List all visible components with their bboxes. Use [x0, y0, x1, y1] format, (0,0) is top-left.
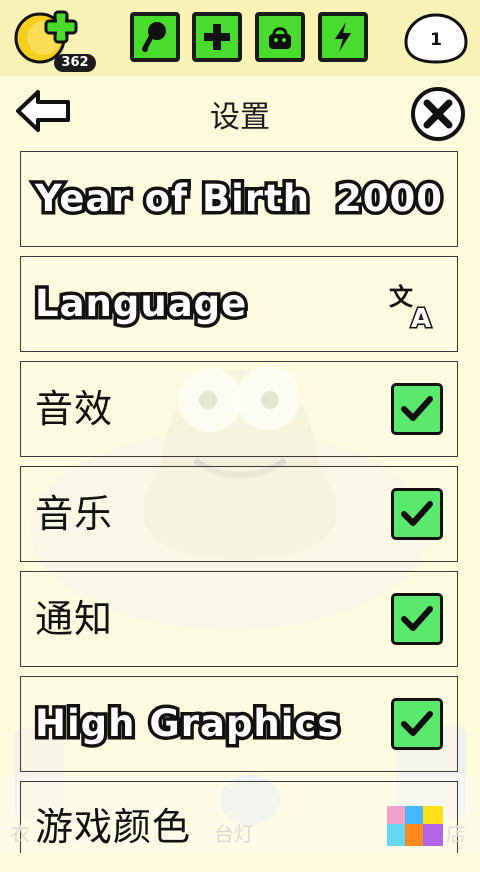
food-button[interactable] — [130, 12, 180, 62]
color-palette-icon[interactable] — [387, 806, 443, 846]
sound-effects-row[interactable]: 音效 — [20, 361, 458, 457]
svg-text:A: A — [411, 304, 431, 331]
year-of-birth-row[interactable]: Year of Birth 2000 — [20, 151, 458, 247]
coin-count: 362 — [54, 54, 96, 72]
high-graphics-checkbox[interactable] — [391, 698, 443, 750]
checkmark-icon — [401, 711, 433, 736]
back-button[interactable] — [14, 88, 72, 134]
level-count: 1 — [430, 30, 442, 50]
close-icon — [411, 87, 465, 141]
music-checkbox[interactable] — [391, 488, 443, 540]
translate-icon[interactable]: 文 A — [387, 279, 443, 331]
coins-button[interactable]: 362 — [14, 8, 96, 72]
level-bubble[interactable]: 1 — [404, 12, 468, 64]
plus-icon — [204, 24, 230, 50]
arrow-left-icon — [16, 90, 70, 132]
notifications-checkbox[interactable] — [391, 593, 443, 645]
sound-effects-label: 音效 — [35, 387, 114, 431]
potion-button[interactable] — [192, 12, 242, 62]
year-of-birth-label: Year of Birth — [31, 174, 312, 224]
checkmark-icon — [401, 606, 433, 631]
sound-effects-checkbox[interactable] — [391, 383, 443, 435]
language-label: Language — [31, 279, 249, 329]
drumstick-icon — [142, 22, 166, 52]
close-button[interactable] — [410, 86, 466, 142]
bag-icon — [269, 27, 291, 49]
bottom-tab-clothes[interactable]: 衣 — [10, 818, 30, 847]
year-of-birth-value[interactable]: 2000 — [333, 152, 446, 246]
high-graphics-row[interactable]: High Graphics — [20, 676, 458, 772]
shop-button[interactable] — [255, 12, 305, 62]
language-row[interactable]: Language 文 A — [20, 256, 458, 352]
checkmark-icon — [401, 396, 433, 421]
game-color-label: 游戏颜色 — [35, 805, 192, 849]
music-row[interactable]: 音乐 — [20, 466, 458, 562]
notifications-row[interactable]: 通知 — [20, 571, 458, 667]
lightning-icon — [335, 22, 351, 52]
checkmark-icon — [401, 501, 433, 526]
notifications-label: 通知 — [35, 597, 114, 641]
top-bar: 362 1 — [0, 0, 480, 76]
bottom-tab-lamp[interactable]: 台灯 — [214, 818, 254, 847]
bottom-tab-shop[interactable]: 店 — [446, 818, 466, 847]
high-graphics-label: High Graphics — [31, 699, 342, 749]
music-label: 音乐 — [35, 492, 114, 536]
page-title: 设置 — [210, 100, 270, 135]
energy-button[interactable] — [318, 12, 368, 62]
